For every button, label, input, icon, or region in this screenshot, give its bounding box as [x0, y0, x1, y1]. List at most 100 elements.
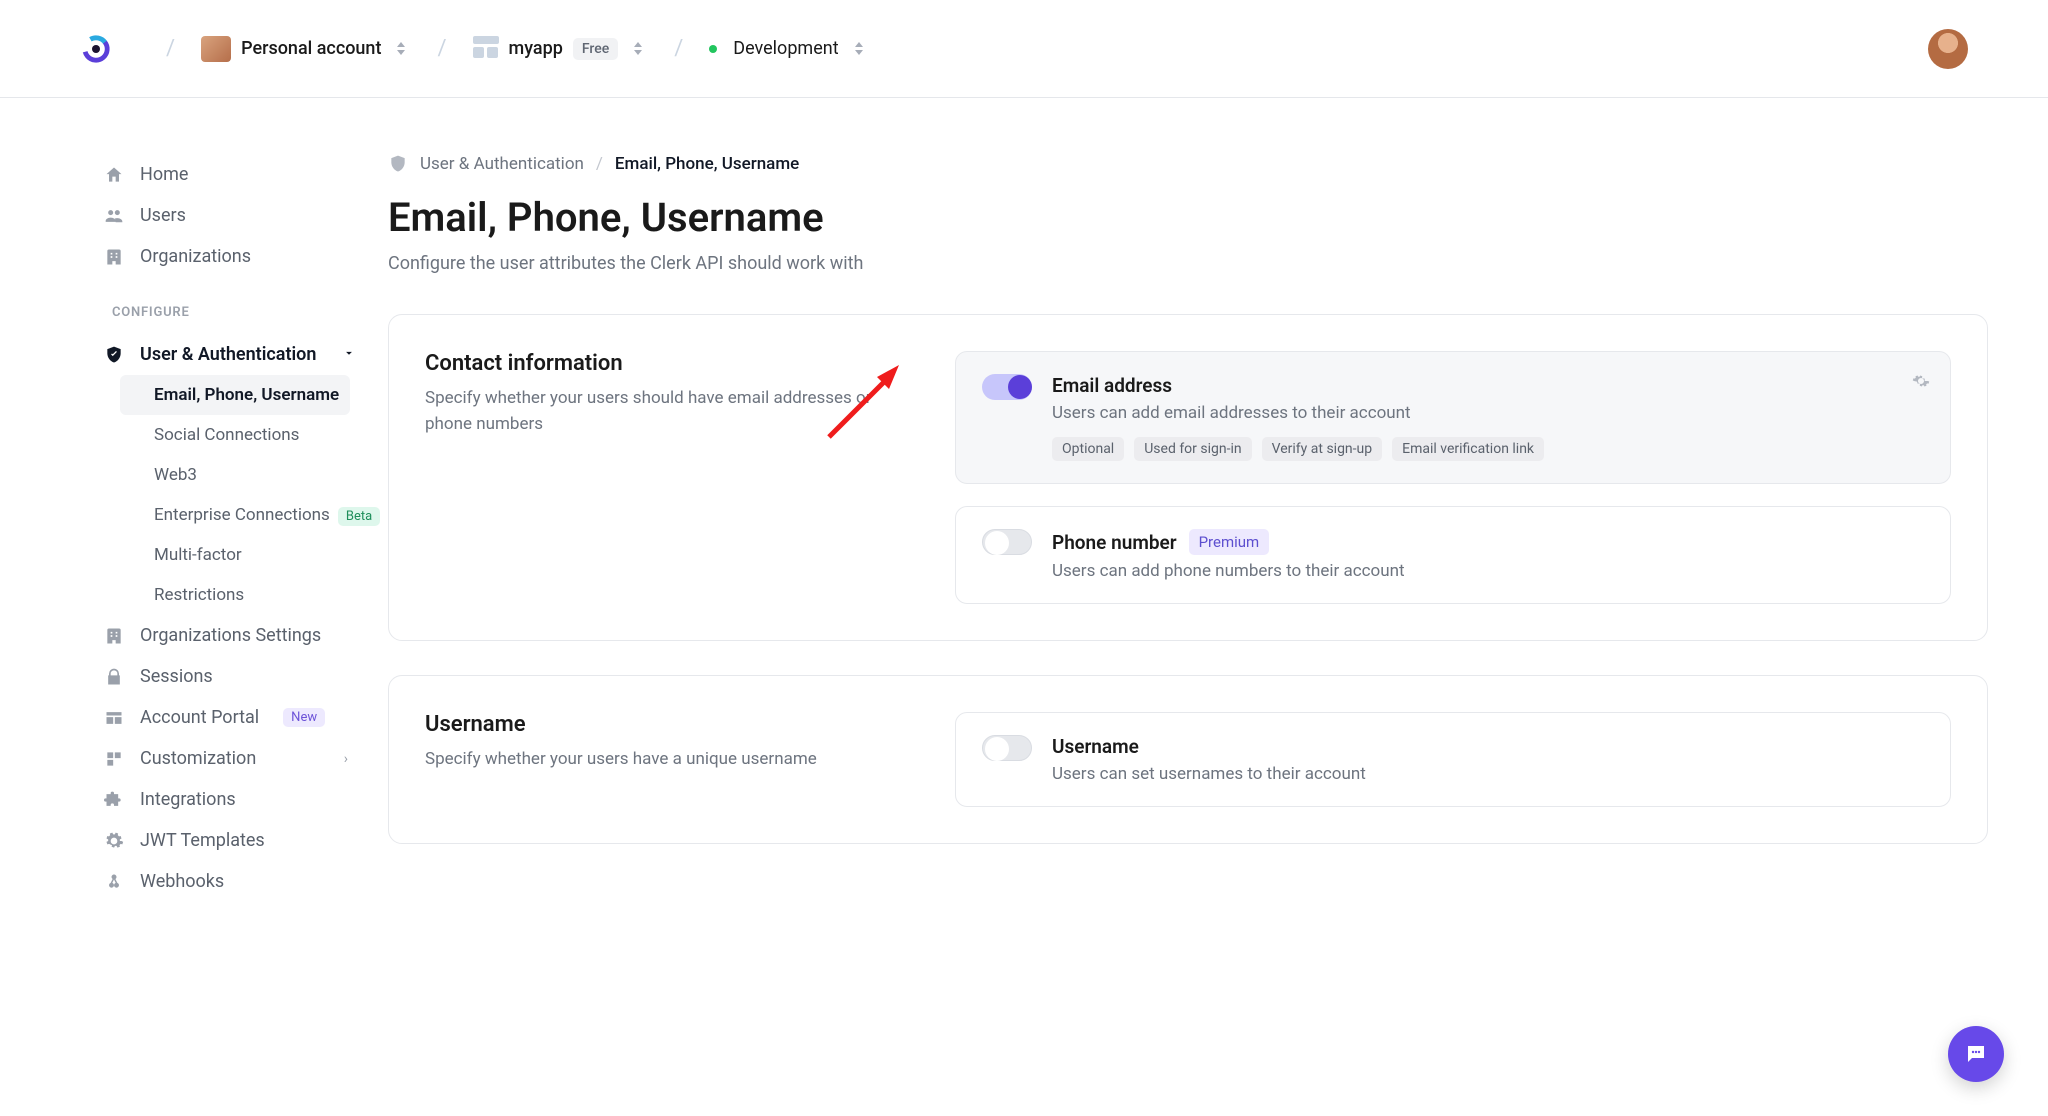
- main-content: User & Authentication / Email, Phone, Us…: [388, 98, 2048, 1116]
- webhook-icon: [104, 872, 124, 892]
- new-badge: New: [283, 708, 325, 727]
- sidebar-item-label: User & Authentication: [140, 344, 316, 365]
- toggle-email[interactable]: [982, 374, 1032, 400]
- option-desc: Users can set usernames to their account: [1052, 764, 1924, 784]
- sidebar: Home Users Organizations CONFIGURE User & …: [0, 98, 388, 1116]
- sidebar-subitem-multi-factor[interactable]: Multi-factor: [144, 535, 388, 575]
- home-icon: [104, 165, 124, 185]
- puzzle-icon: [104, 790, 124, 810]
- chat-fab[interactable]: [1948, 1026, 2004, 1082]
- sidebar-item-label: Sessions: [140, 666, 213, 687]
- option-title: Email address: [1052, 374, 1172, 397]
- sidebar-item-label: Organizations Settings: [140, 625, 321, 646]
- sidebar-item-label: Integrations: [140, 789, 236, 810]
- sidebar-item-home[interactable]: Home: [104, 154, 388, 195]
- breadcrumb-sep: /: [437, 36, 446, 61]
- logo[interactable]: [80, 33, 112, 65]
- sidebar-item-label: Customization: [140, 748, 256, 769]
- option-tags: Optional Used for sign-in Verify at sign-u…: [1052, 437, 1924, 461]
- sidebar-item-customization[interactable]: Customization ›: [104, 738, 388, 779]
- status-dot-icon: [709, 45, 717, 53]
- breadcrumb: User & Authentication / Email, Phone, Us…: [388, 154, 1988, 174]
- sidebar-item-user-auth[interactable]: User & Authentication: [104, 334, 388, 375]
- tag: Used for sign-in: [1134, 437, 1251, 461]
- premium-badge: Premium: [1189, 529, 1270, 555]
- sidebar-subitem-label: Social Connections: [154, 425, 299, 445]
- sidebar-subitem-label: Restrictions: [154, 585, 244, 605]
- breadcrumb-app[interactable]: myapp Free: [473, 36, 649, 62]
- breadcrumb-current: Email, Phone, Username: [615, 154, 799, 174]
- breadcrumb-account-label: Personal account: [241, 38, 381, 59]
- toggle-phone[interactable]: [982, 529, 1032, 555]
- sidebar-subitem-label: Enterprise Connections: [154, 505, 330, 525]
- sidebar-item-account-portal[interactable]: Account Portal New: [104, 697, 388, 738]
- chevron-updown-icon[interactable]: [855, 39, 869, 59]
- sidebar-subitem-web3[interactable]: Web3: [144, 455, 388, 495]
- card-title: Username: [425, 712, 895, 737]
- sidebar-subitem-social-connections[interactable]: Social Connections: [144, 415, 388, 455]
- chevron-updown-icon[interactable]: [634, 39, 648, 59]
- card-desc: Specify whether your users have a unique…: [425, 747, 895, 773]
- sidebar-subitem-email-phone-username[interactable]: Email, Phone, Username: [120, 375, 350, 415]
- lock-icon: [104, 667, 124, 687]
- sidebar-item-sessions[interactable]: Sessions: [104, 656, 388, 697]
- sidebar-item-label: JWT Templates: [140, 830, 265, 851]
- sidebar-subitem-label: Multi-factor: [154, 545, 242, 565]
- user-avatar[interactable]: [1928, 29, 1968, 69]
- building-icon: [104, 247, 124, 267]
- option-desc: Users can add phone numbers to their acc…: [1052, 561, 1924, 581]
- chevron-right-icon: ›: [344, 751, 348, 767]
- card-contact-info: Contact information Specify whether your…: [388, 314, 1988, 641]
- sidebar-item-organizations-settings[interactable]: Organizations Settings: [104, 615, 388, 656]
- breadcrumb-sep: /: [166, 36, 175, 61]
- sidebar-item-users[interactable]: Users: [104, 195, 388, 236]
- sidebar-subitem-label: Email, Phone, Username: [154, 385, 339, 405]
- breadcrumb-sep: /: [596, 154, 603, 174]
- app-icon: [473, 36, 499, 62]
- card-title: Contact information: [425, 351, 895, 376]
- page-title: Email, Phone, Username: [388, 194, 1988, 241]
- toggle-username[interactable]: [982, 735, 1032, 761]
- card-username: Username Specify whether your users have…: [388, 675, 1988, 844]
- breadcrumb-sep: /: [674, 36, 683, 61]
- option-title: Username: [1052, 735, 1139, 758]
- option-title: Phone number: [1052, 531, 1177, 554]
- plan-badge: Free: [573, 38, 618, 60]
- breadcrumb-account[interactable]: Personal account: [201, 36, 411, 62]
- portal-icon: [104, 708, 124, 728]
- tag: Email verification link: [1392, 437, 1544, 461]
- option-email: Email address Users can add email address…: [955, 351, 1951, 484]
- sidebar-section-configure: CONFIGURE: [0, 277, 388, 334]
- chevron-down-icon: [342, 344, 356, 365]
- tag: Verify at sign-up: [1262, 437, 1383, 461]
- sidebar-item-label: Webhooks: [140, 871, 224, 892]
- option-phone: Phone number Premium Users can add phone n…: [955, 506, 1951, 604]
- option-username: Username Users can set usernames to their…: [955, 712, 1951, 807]
- topbar: / Personal account / myapp Free / Develo…: [0, 0, 2048, 98]
- breadcrumb-env-label: Development: [733, 38, 838, 59]
- sidebar-item-label: Home: [140, 164, 188, 185]
- sidebar-subitem-enterprise-connections[interactable]: Enterprise Connections Beta: [144, 495, 388, 535]
- sidebar-subitem-label: Web3: [154, 465, 197, 485]
- breadcrumb-env[interactable]: Development: [709, 38, 868, 59]
- sidebar-item-label: Account Portal: [140, 707, 259, 728]
- shield-icon: [104, 345, 124, 365]
- tag: Optional: [1052, 437, 1124, 461]
- sidebar-item-organizations[interactable]: Organizations: [104, 236, 388, 277]
- breadcrumb-parent[interactable]: User & Authentication: [420, 154, 584, 174]
- card-desc: Specify whether your users should have e…: [425, 386, 895, 437]
- sidebar-item-jwt-templates[interactable]: JWT Templates: [104, 820, 388, 861]
- sidebar-item-webhooks[interactable]: Webhooks: [104, 861, 388, 902]
- sidebar-subitem-restrictions[interactable]: Restrictions: [144, 575, 388, 615]
- gear-icon: [104, 831, 124, 851]
- chevron-updown-icon[interactable]: [397, 39, 411, 59]
- gear-icon[interactable]: [1912, 372, 1930, 394]
- sidebar-item-label: Users: [140, 205, 186, 226]
- account-avatar-icon: [201, 36, 231, 62]
- option-desc: Users can add email addresses to their a…: [1052, 403, 1924, 423]
- page-subtitle: Configure the user attributes the Clerk …: [388, 253, 1988, 274]
- custom-icon: [104, 749, 124, 769]
- sidebar-item-integrations[interactable]: Integrations: [104, 779, 388, 820]
- sidebar-item-label: Organizations: [140, 246, 251, 267]
- beta-badge: Beta: [338, 507, 380, 526]
